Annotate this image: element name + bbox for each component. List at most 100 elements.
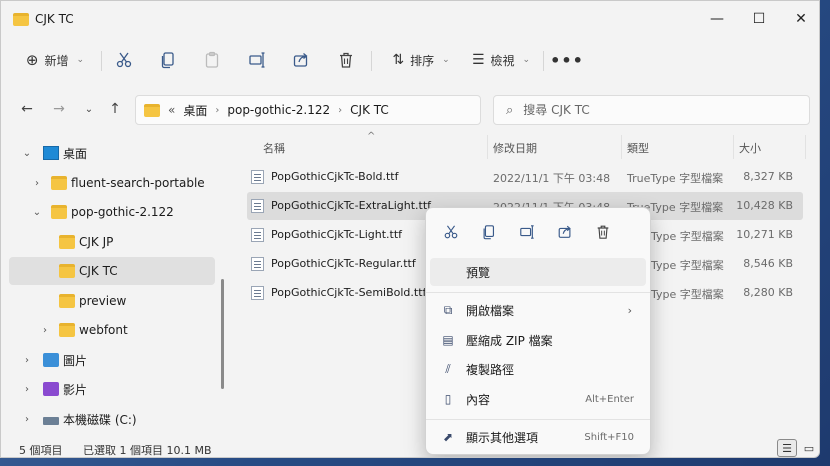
minimize-button[interactable]: —	[695, 1, 739, 37]
chevron-right-icon[interactable]: ›	[21, 355, 33, 366]
view-button[interactable]: ☰ 檢視 ⌄	[463, 45, 539, 75]
share-button[interactable]	[283, 45, 319, 75]
file-size: 10,428 KB	[736, 199, 793, 212]
scissors-icon	[116, 52, 132, 68]
nav-item-pictures[interactable]: › 圖片	[9, 346, 215, 374]
item-count: 5 個項目	[19, 444, 63, 457]
file-date: 2022/11/1 下午 03:48	[493, 172, 611, 185]
chevron-down-icon[interactable]: ⌄	[31, 207, 43, 218]
context-divider	[426, 419, 650, 420]
context-share-button[interactable]	[548, 218, 582, 246]
file-size: 10,271 KB	[736, 228, 793, 241]
nav-item-desktop[interactable]: ⌄ 桌面	[9, 139, 215, 167]
file-name: PopGothicCjkTc-SemiBold.ttf	[271, 286, 427, 299]
breadcrumb-desktop[interactable]: 桌面	[183, 102, 207, 119]
font-file-icon	[251, 199, 264, 213]
address-bar[interactable]: « 桌面 › pop-gothic-2.122 › CJK TC ⌄ ↻	[135, 95, 602, 125]
chevron-right-icon: ›	[215, 104, 220, 116]
context-cut-button[interactable]	[434, 218, 468, 246]
search-icon: ⌕	[506, 102, 514, 118]
file-name: PopGothicCjkTc-Regular.ttf	[271, 257, 416, 270]
column-header-date[interactable]: 修改日期	[493, 135, 537, 161]
copy-button[interactable]	[150, 45, 186, 75]
nav-item-local-disk[interactable]: › 本機磁碟 (C:)	[9, 405, 215, 433]
tiles-view-icon: ▭	[803, 441, 815, 455]
column-header-size[interactable]: 大小	[739, 135, 761, 161]
context-rename-button[interactable]	[510, 218, 544, 246]
context-item-properties[interactable]: ▯ 內容 Alt+Enter	[430, 385, 646, 413]
column-header-name[interactable]: 名稱	[263, 135, 285, 161]
search-input[interactable]	[523, 103, 774, 117]
search-box[interactable]: ⌕	[493, 95, 810, 125]
breadcrumb-cjk-tc[interactable]: CJK TC	[350, 103, 389, 117]
context-item-compress-zip[interactable]: ▤ 壓縮成 ZIP 檔案	[430, 326, 646, 354]
sort-icon: ⇅	[392, 52, 405, 68]
context-item-copy-path[interactable]: ⫽ 複製路徑	[430, 355, 646, 383]
folder-icon	[51, 205, 67, 219]
chevron-right-icon[interactable]: ›	[21, 414, 33, 425]
nav-label: CJK TC	[79, 264, 118, 278]
navigation-pane: ⌄ 桌面 › fluent-search-portable ⌄ pop-goth…	[1, 135, 221, 435]
context-item-label: 壓縮成 ZIP 檔案	[466, 333, 553, 348]
context-item-preview[interactable]: 預覽	[430, 258, 646, 286]
context-item-more-options[interactable]: ⬈ 顯示其他選項 Shift+F10	[430, 423, 646, 451]
forward-button[interactable]: →	[47, 97, 71, 121]
table-row[interactable]: PopGothicCjkTc-Bold.ttf 2022/11/1 下午 03:…	[247, 163, 803, 191]
more-options-button[interactable]: •••	[549, 45, 585, 75]
nav-item-preview[interactable]: preview	[9, 287, 215, 315]
cut-button[interactable]	[106, 45, 142, 75]
nav-label: webfont	[79, 323, 128, 337]
copy-path-icon: ⫽	[445, 361, 451, 376]
column-divider[interactable]	[487, 135, 488, 159]
drive-icon	[43, 417, 59, 425]
column-divider[interactable]	[805, 135, 806, 159]
properties-icon: ▯	[444, 392, 452, 406]
nav-item-webfont[interactable]: › webfont	[9, 316, 215, 344]
rename-button[interactable]	[239, 45, 275, 75]
folder-icon	[59, 235, 75, 249]
chevron-down-icon[interactable]: ⌄	[21, 148, 33, 159]
breadcrumb-overflow[interactable]: «	[168, 103, 175, 117]
nav-item-cjk-tc[interactable]: CJK TC	[9, 257, 215, 285]
paste-button[interactable]	[194, 45, 230, 75]
nav-item-cjk-jp[interactable]: CJK JP	[9, 228, 215, 256]
nav-item-pop-gothic[interactable]: ⌄ pop-gothic-2.122	[9, 198, 215, 226]
column-header-type[interactable]: 類型	[627, 135, 649, 161]
new-button[interactable]: ⊕ 新增 ⌄	[17, 45, 93, 75]
view-label: 檢視	[490, 53, 515, 68]
up-button[interactable]: ↑	[103, 97, 127, 121]
file-type: Type 字型檔案	[651, 288, 724, 301]
context-copy-button[interactable]	[472, 218, 506, 246]
details-view-button[interactable]: ☰	[777, 439, 797, 457]
column-divider[interactable]	[621, 135, 622, 159]
nav-scrollbar[interactable]	[221, 279, 224, 389]
nav-label: pop-gothic-2.122	[71, 205, 174, 219]
open-with-icon: ⧉	[443, 302, 453, 317]
nav-item-videos[interactable]: › 影片	[9, 375, 215, 403]
font-file-icon	[251, 170, 264, 184]
context-item-open-with[interactable]: ⧉ 開啟檔案 ›	[430, 296, 646, 324]
chevron-right-icon[interactable]: ›	[21, 384, 33, 395]
sort-ascending-icon: ^	[367, 131, 376, 142]
shortcut-hint: Alt+Enter	[585, 393, 634, 405]
maximize-button[interactable]: ☐	[737, 1, 781, 37]
close-button[interactable]: ✕	[779, 1, 819, 37]
delete-button[interactable]	[328, 45, 364, 75]
context-delete-button[interactable]	[586, 218, 620, 246]
column-divider[interactable]	[733, 135, 734, 159]
chevron-right-icon[interactable]: ›	[31, 178, 43, 189]
recent-locations-button[interactable]: ⌄	[77, 97, 101, 121]
folder-icon	[59, 294, 75, 308]
breadcrumb-pop-gothic[interactable]: pop-gothic-2.122	[227, 103, 330, 117]
new-label: 新增	[44, 53, 69, 68]
context-item-label: 開啟檔案	[466, 303, 515, 318]
toolbar-divider	[543, 51, 544, 71]
font-file-icon	[251, 286, 264, 300]
context-divider	[426, 292, 650, 293]
back-button[interactable]: ←	[15, 97, 39, 121]
clipboard-icon	[205, 51, 219, 68]
tiles-view-button[interactable]: ▭	[799, 439, 819, 457]
chevron-right-icon[interactable]: ›	[39, 325, 51, 336]
nav-item-fluent-search[interactable]: › fluent-search-portable	[9, 169, 215, 197]
sort-button[interactable]: ⇅ 排序 ⌄	[379, 45, 463, 75]
